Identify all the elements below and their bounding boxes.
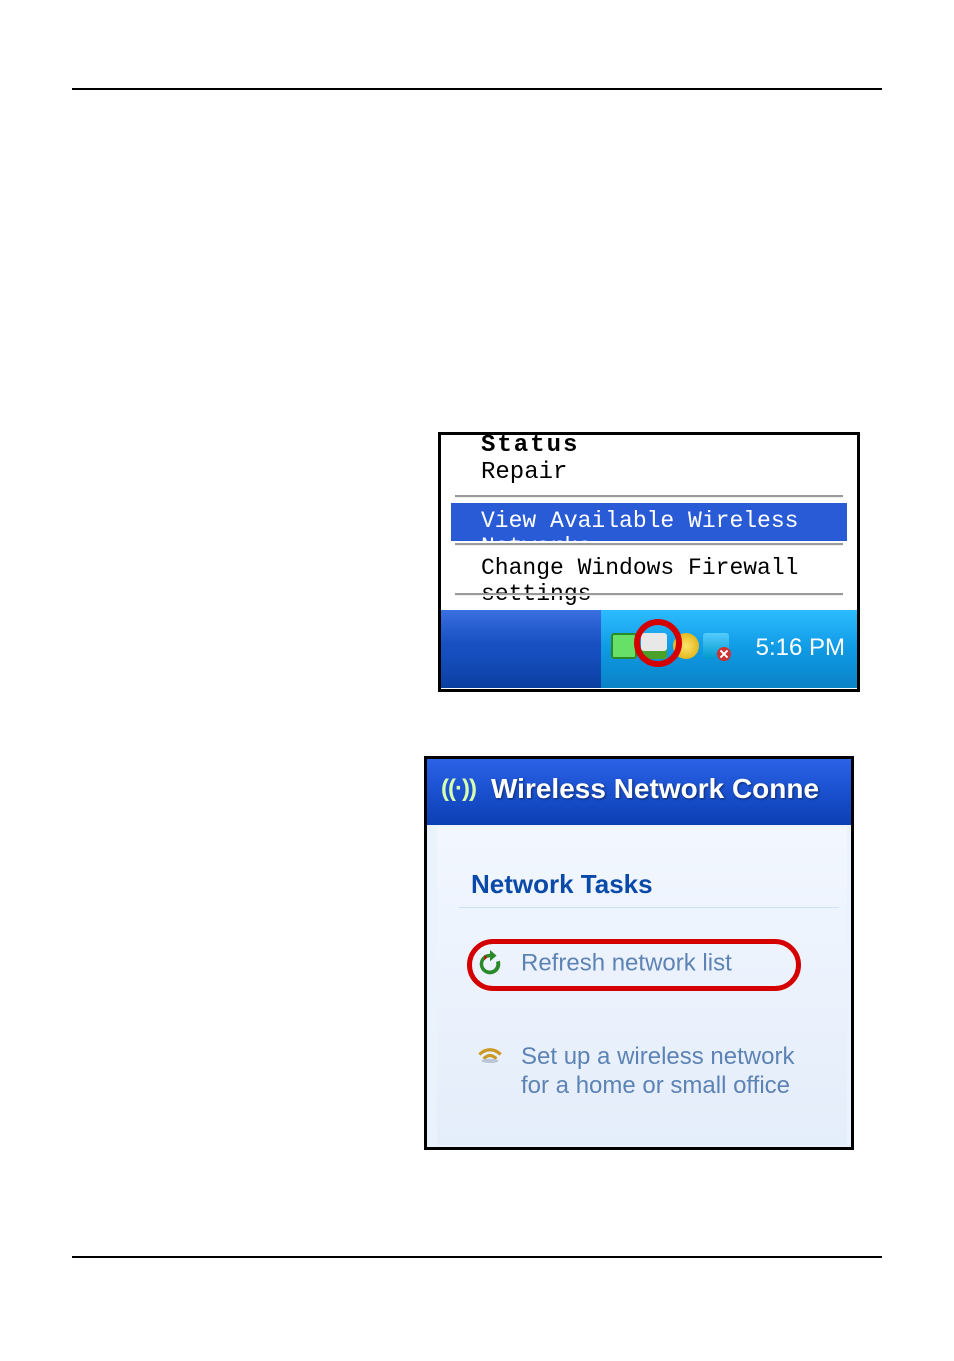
tray-clock: 5:16 PM [756, 634, 845, 662]
annotation-ellipse [467, 939, 801, 991]
section-heading: Network Tasks [471, 869, 653, 900]
menu-separator [455, 543, 843, 546]
bottom-rule [72, 1256, 882, 1258]
annotation-circle [634, 619, 682, 667]
menu-separator [455, 495, 843, 498]
menu-item-view-available[interactable]: View Available Wireless Networks [451, 503, 847, 541]
arrow-up-icon[interactable] [611, 633, 637, 659]
top-rule [72, 88, 882, 90]
titlebar: ((·)) Wireless Network Conne [427, 759, 851, 825]
antenna-icon: ((·)) [441, 775, 476, 803]
menu-item-status[interactable]: Status [481, 432, 579, 459]
menu-item-label: View Available Wireless Networks [481, 508, 847, 560]
wireless-window-screenshot: ((·)) Wireless Network Conne Network Tas… [424, 756, 854, 1150]
menu-separator [455, 593, 843, 596]
wireless-setup-icon [473, 1029, 507, 1059]
context-menu: Status Repair View Available Wireless Ne… [441, 435, 857, 601]
close-overlay-icon [717, 647, 731, 661]
menu-item-change-firewall[interactable]: Change Windows Firewall settings [481, 555, 857, 607]
window-title: Wireless Network Conne [491, 773, 819, 805]
task-panel: Network Tasks Refresh network list Set u… [437, 827, 847, 1145]
task-label: Set up a wireless network for a home or … [521, 1043, 801, 1101]
tray-menu-screenshot: Status Repair View Available Wireless Ne… [438, 432, 860, 692]
task-setup-wireless[interactable]: Set up a wireless network for a home or … [473, 1043, 813, 1101]
menu-item-repair[interactable]: Repair [481, 459, 567, 486]
divider [459, 907, 839, 908]
